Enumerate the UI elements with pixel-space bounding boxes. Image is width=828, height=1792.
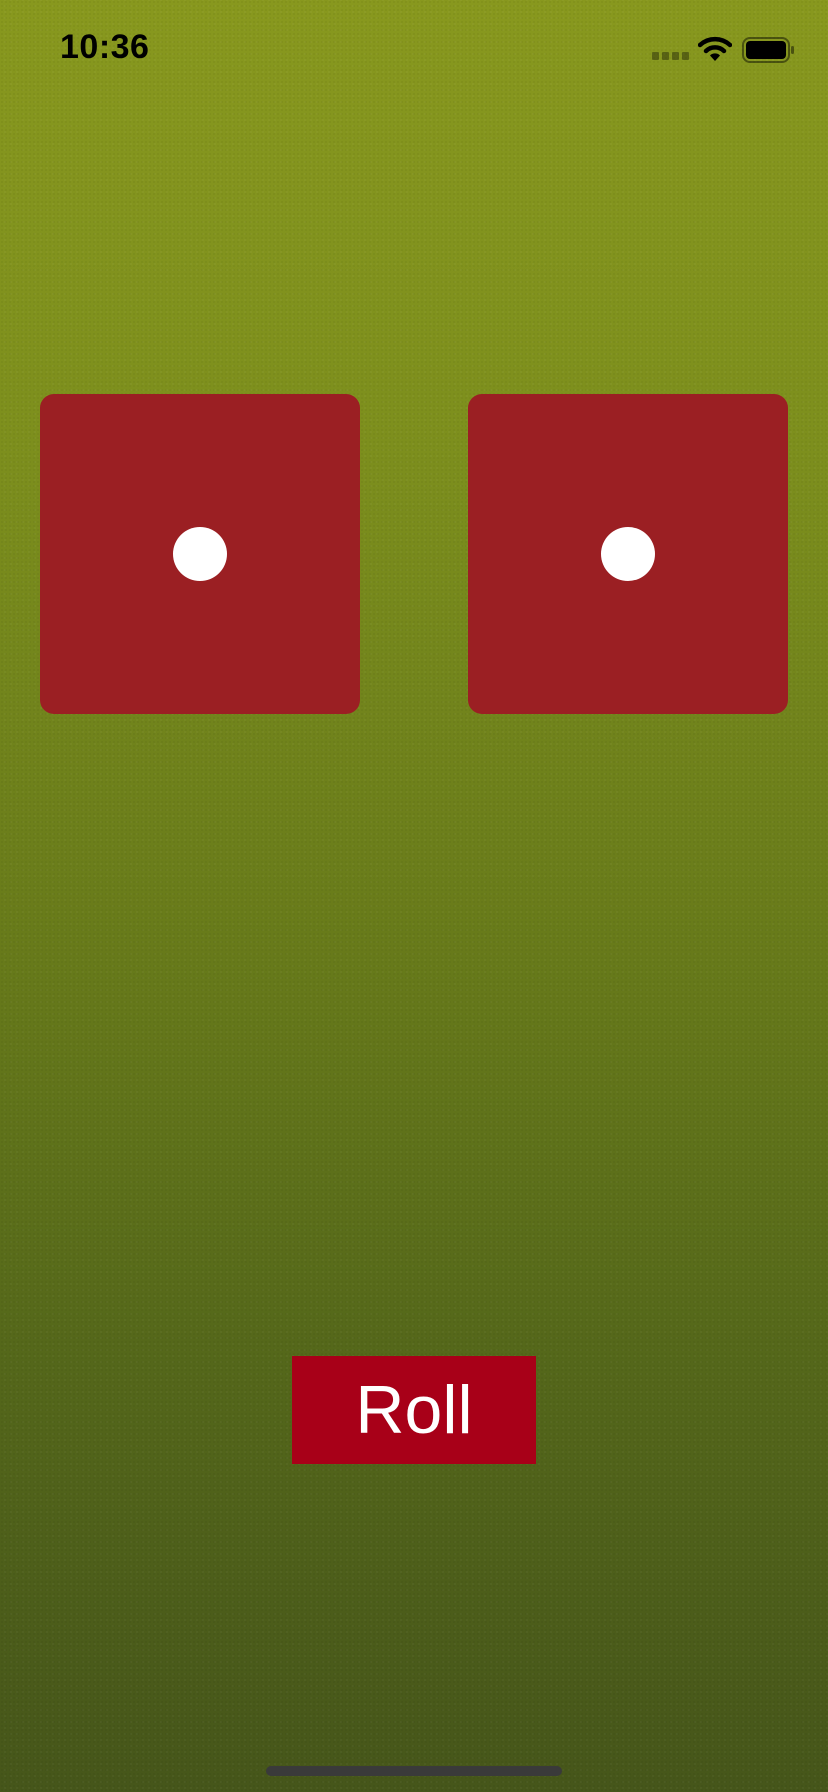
- roll-button[interactable]: Roll: [292, 1356, 536, 1464]
- dice-row: [0, 394, 828, 714]
- die-right: [468, 394, 788, 714]
- battery-icon: [742, 37, 796, 63]
- felt-background: [0, 0, 828, 1792]
- die-left: [40, 394, 360, 714]
- status-bar: 10:36: [0, 0, 828, 100]
- wifi-icon: [697, 36, 733, 62]
- status-time: 10:36: [60, 28, 150, 66]
- home-indicator[interactable]: [266, 1766, 562, 1776]
- die-pip: [601, 527, 655, 581]
- die-pip: [173, 527, 227, 581]
- signal-icon: [652, 52, 692, 62]
